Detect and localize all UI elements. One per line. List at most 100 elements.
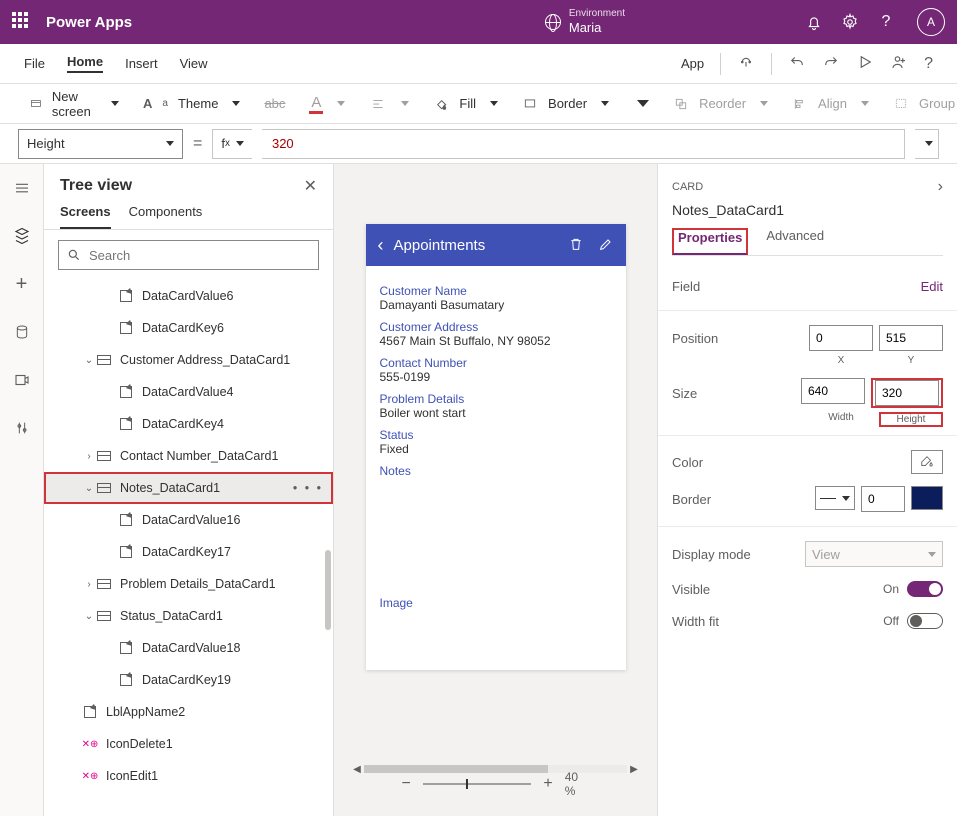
card-icon (96, 577, 112, 591)
avatar[interactable]: A (917, 8, 945, 36)
tree-item[interactable]: ✕⊕IconDelete1 (44, 728, 333, 760)
border-button[interactable]: Border (510, 84, 621, 123)
chevron-right-icon[interactable]: › (82, 451, 96, 462)
tree-item[interactable]: ⌄Customer Address_DataCard1 (44, 344, 333, 376)
help-icon-2[interactable]: ? (924, 55, 933, 73)
menu-home[interactable]: Home (67, 54, 103, 73)
field-label: Notes (380, 464, 612, 478)
widthfit-toggle[interactable] (907, 613, 943, 629)
menu-view[interactable]: View (180, 56, 208, 71)
environment-picker[interactable]: Environment Maria (545, 8, 625, 36)
border-style-dropdown[interactable] (815, 486, 855, 510)
tree-item[interactable]: DataCardValue16 (44, 504, 333, 536)
height-input[interactable] (875, 380, 939, 406)
help-icon[interactable]: ? (877, 13, 895, 31)
play-icon[interactable] (856, 53, 874, 74)
new-screen-button[interactable]: New screen (18, 84, 131, 123)
scroll-right-icon[interactable]: ▶ (627, 764, 641, 775)
border-color-swatch[interactable] (911, 486, 943, 510)
tree-item[interactable]: › Contact Number_DataCard1 (44, 440, 333, 472)
tree-view-icon[interactable] (10, 224, 34, 248)
tree-item[interactable]: DataCardValue6 (44, 280, 333, 312)
chevron-down-icon[interactable]: ⌄ (82, 355, 96, 366)
menu-app[interactable]: App (681, 56, 704, 71)
tree-item[interactable]: DataCardKey17 (44, 536, 333, 568)
tree-item[interactable]: LblAppName2 (44, 696, 333, 728)
property-selector-label: Height (27, 136, 65, 151)
back-icon[interactable]: ‹ (378, 235, 384, 256)
visible-toggle[interactable] (907, 581, 943, 597)
tools-icon[interactable] (10, 416, 34, 440)
checker-icon[interactable] (737, 53, 755, 74)
chevron-right-icon[interactable]: › (938, 178, 943, 196)
tree-item[interactable]: DataCardValue4 (44, 376, 333, 408)
chevron-down-icon[interactable]: ⌄ (82, 611, 96, 622)
property-selector[interactable]: Height (18, 129, 183, 159)
tree-item[interactable]: ⌄Status_DataCard1 (44, 600, 333, 632)
edit-card-icon (82, 705, 98, 719)
tab-components[interactable]: Components (129, 204, 203, 229)
waffle-icon[interactable] (12, 12, 32, 32)
display-mode-dropdown[interactable]: View (805, 541, 943, 567)
menu-insert[interactable]: Insert (125, 56, 158, 71)
group-label: Group (919, 96, 955, 111)
trash-icon[interactable] (568, 236, 584, 255)
tab-screens[interactable]: Screens (60, 204, 111, 229)
bell-icon[interactable] (805, 13, 823, 31)
formula-expand[interactable] (915, 129, 939, 159)
border-width-input[interactable] (861, 486, 905, 512)
tab-properties[interactable]: Properties (672, 228, 748, 255)
menu-file[interactable]: File (24, 56, 45, 71)
zoom-out-button[interactable]: − (401, 775, 410, 793)
width-input[interactable] (801, 378, 865, 404)
tree-item-label: DataCardKey17 (142, 545, 231, 559)
position-y-input[interactable] (879, 325, 943, 351)
media-icon[interactable] (10, 368, 34, 392)
pencil-icon[interactable] (598, 236, 614, 255)
chevron-down-icon[interactable]: ⌄ (82, 483, 96, 494)
color-swatch[interactable] (911, 450, 943, 474)
screen-title: Appointments (394, 237, 486, 254)
close-icon[interactable]: ✕ (304, 176, 317, 196)
theme-label: Theme (178, 96, 218, 111)
fx-button[interactable]: fx (212, 129, 252, 159)
theme-button[interactable]: Aa Theme (131, 84, 252, 123)
scroll-left-icon[interactable]: ◀ (350, 764, 364, 775)
position-x-input[interactable] (809, 325, 873, 351)
share-icon[interactable] (890, 53, 908, 74)
tree-item-label: Contact Number_DataCard1 (120, 449, 278, 463)
edit-link[interactable]: Edit (921, 279, 943, 294)
more-icon[interactable]: • • • (293, 481, 323, 495)
gear-icon[interactable] (841, 13, 859, 31)
hamburger-icon[interactable] (10, 176, 34, 200)
tree-item[interactable]: ✕⊕ IconEdit1 (44, 760, 333, 792)
visible-label: Visible (672, 582, 883, 597)
fill-button[interactable]: Fill (421, 84, 510, 123)
formula-input[interactable]: 320 (262, 129, 905, 159)
tree-item-selected[interactable]: ⌄Notes_DataCard1• • • (44, 472, 333, 504)
tab-advanced[interactable]: Advanced (766, 228, 824, 255)
search-field[interactable] (89, 248, 310, 263)
scrollbar-thumb[interactable] (325, 550, 331, 630)
align-button: Align (780, 84, 881, 123)
ribbon-expand[interactable] (621, 84, 661, 123)
search-input[interactable] (58, 240, 319, 270)
zoom-in-button[interactable]: + (543, 775, 552, 793)
edit-card-icon (118, 513, 134, 527)
widthfit-label: Width fit (672, 614, 883, 629)
tree-item[interactable]: DataCardValue18 (44, 632, 333, 664)
search-icon (67, 248, 81, 262)
tree-item-label: IconEdit1 (106, 769, 158, 783)
tree-item[interactable]: DataCardKey19 (44, 664, 333, 696)
tree-item[interactable]: DataCardKey4 (44, 408, 333, 440)
zoom-slider[interactable] (423, 783, 532, 785)
undo-icon[interactable] (788, 53, 806, 74)
chevron-right-icon[interactable]: › (82, 579, 96, 590)
app-preview[interactable]: ‹ Appointments Customer Name Damayanti B… (366, 224, 626, 670)
tree-item[interactable]: DataCardKey6 (44, 312, 333, 344)
icon-element-icon: ✕⊕ (82, 769, 98, 783)
redo-icon[interactable] (822, 53, 840, 74)
insert-icon[interactable]: + (10, 272, 34, 296)
tree-item[interactable]: ›Problem Details_DataCard1 (44, 568, 333, 600)
data-icon[interactable] (10, 320, 34, 344)
